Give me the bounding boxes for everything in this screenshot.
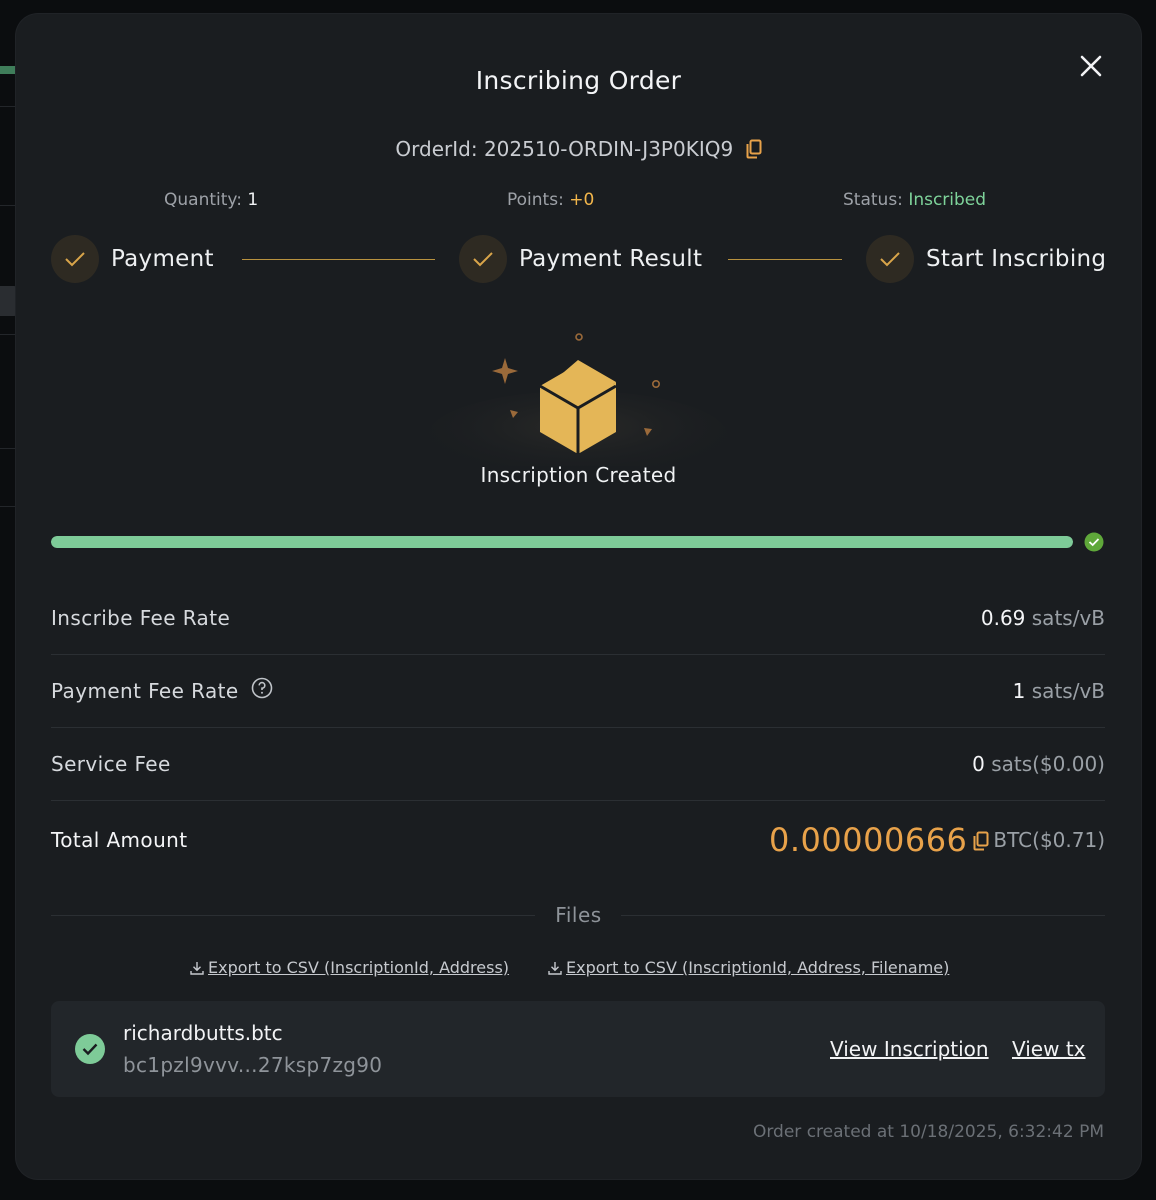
- export-csv-link[interactable]: Export to CSV (InscriptionId, Address): [190, 958, 509, 979]
- service-fee-unit: sats($0.00): [991, 751, 1105, 776]
- export-csv-filename-link[interactable]: Export to CSV (InscriptionId, Address, F…: [548, 958, 949, 979]
- file-address: bc1pzl9vvv...27ksp7zg90: [123, 1053, 383, 1077]
- export-csv-filename-label: Export to CSV (InscriptionId, Address, F…: [566, 958, 950, 977]
- order-created-timestamp: Order created at 10/18/2025, 6:32:42 PM: [752, 1122, 1104, 1142]
- service-fee-value: 0 sats($0.00): [972, 752, 1105, 776]
- export-csv-label: Export to CSV (InscriptionId, Address): [208, 958, 510, 977]
- inscribe-fee-value: 0.69 sats/vB: [981, 606, 1105, 630]
- order-id-value: 202510-ORDIN-J3P0KIQ9: [483, 137, 734, 161]
- check-icon: [866, 235, 914, 283]
- help-circle-icon[interactable]: [251, 677, 273, 704]
- modal-title: Inscribing Order: [475, 66, 682, 95]
- inscribe-fee-unit: sats/vB: [1031, 605, 1105, 630]
- points-label: Points:: [507, 190, 564, 210]
- inscribe-fee-label: Inscribe Fee Rate: [51, 605, 231, 630]
- check-icon: [51, 235, 99, 283]
- status-label: Status:: [843, 190, 903, 210]
- step-payment-result: Payment Result: [459, 235, 702, 283]
- quantity-label: Quantity:: [164, 190, 242, 210]
- service-fee-label: Service Fee: [51, 751, 171, 776]
- service-fee-amount: 0: [972, 751, 985, 776]
- status-meta: Status: Inscribed: [843, 190, 986, 210]
- payment-fee-unit: sats/vB: [1031, 678, 1105, 703]
- files-section-label: Files: [555, 903, 602, 927]
- download-icon: [190, 960, 204, 979]
- file-name: richardbutts.btc: [123, 1021, 283, 1045]
- background-accent: [0, 66, 16, 74]
- download-icon: [548, 960, 562, 979]
- check-circle-icon: [75, 1034, 105, 1064]
- status-value: Inscribed: [908, 190, 987, 210]
- total-amount-label: Total Amount: [51, 828, 188, 852]
- step-connector: [242, 259, 435, 260]
- step-connector: [728, 259, 842, 260]
- view-inscription-link[interactable]: View Inscription: [830, 1037, 989, 1061]
- copy-icon[interactable]: [746, 139, 762, 164]
- inscribe-fee-amount: 0.69: [980, 605, 1026, 630]
- points-meta: Points: +0: [507, 190, 594, 210]
- order-id: OrderId: 202510-ORDIN-J3P0KIQ9: [16, 137, 1141, 164]
- check-icon: [459, 235, 507, 283]
- payment-fee-row: Payment Fee Rate 1 sats/vB: [51, 654, 1105, 728]
- total-amount-btc: 0.00000666: [769, 821, 968, 859]
- close-icon[interactable]: [1077, 52, 1105, 80]
- step-label: Start Inscribing: [926, 246, 1107, 272]
- total-amount-value: 0.00000666 BTC($0.71): [769, 821, 1105, 859]
- step-label: Payment Result: [519, 246, 703, 272]
- points-value: +0: [569, 190, 595, 210]
- total-amount-row: Total Amount 0.00000666 BTC($0.71): [51, 800, 1105, 880]
- step-start-inscribing: Start Inscribing: [866, 235, 1106, 283]
- check-circle-icon: [1084, 532, 1104, 552]
- payment-fee-label-wrap: Payment Fee Rate: [51, 677, 273, 704]
- inscription-created-illustration: [426, 326, 731, 481]
- total-amount-unit: BTC($0.71): [993, 828, 1105, 852]
- hero-caption: Inscription Created: [480, 463, 677, 487]
- inscribe-fee-row: Inscribe Fee Rate 0.69 sats/vB: [51, 581, 1105, 655]
- payment-fee-amount: 1: [1012, 678, 1026, 703]
- view-tx-link[interactable]: View tx: [1012, 1037, 1086, 1061]
- service-fee-row: Service Fee 0 sats($0.00): [51, 727, 1105, 801]
- quantity-value: 1: [247, 190, 259, 210]
- step-label: Payment: [111, 246, 214, 272]
- copy-icon[interactable]: [973, 831, 989, 855]
- payment-fee-label: Payment Fee Rate: [51, 678, 239, 703]
- step-payment: Payment: [51, 235, 214, 283]
- payment-fee-value: 1 sats/vB: [1013, 679, 1105, 703]
- inscribing-order-modal: Inscribing Order OrderId: 202510-ORDIN-J…: [16, 14, 1141, 1179]
- quantity-meta: Quantity: 1: [164, 190, 258, 210]
- order-id-label: OrderId:: [395, 137, 478, 161]
- progress-bar: [51, 536, 1073, 548]
- file-item: richardbutts.btc bc1pzl9vvv...27ksp7zg90…: [51, 1001, 1105, 1097]
- progress-fill: [51, 536, 1073, 548]
